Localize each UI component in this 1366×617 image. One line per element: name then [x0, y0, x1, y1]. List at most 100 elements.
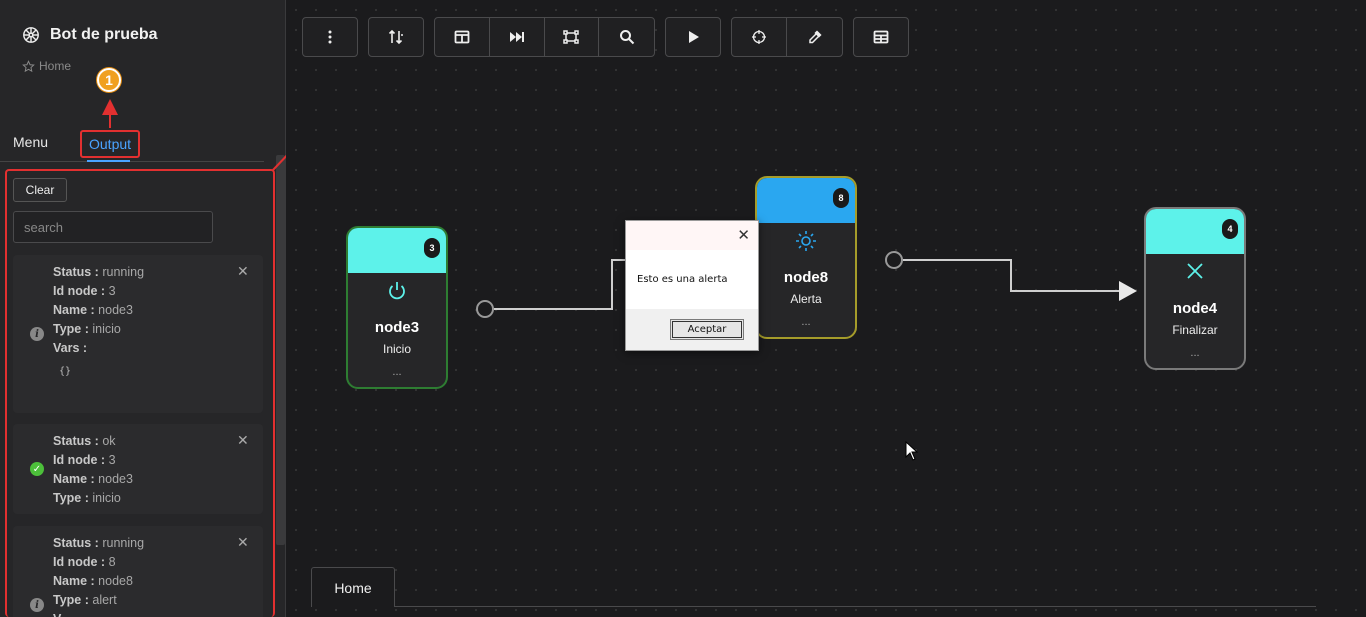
sidebar-scrollbar[interactable]: [276, 155, 285, 545]
close-icon: [1187, 263, 1203, 279]
eyedropper-icon: [808, 30, 822, 44]
sort-icon: [388, 29, 403, 45]
log-name: node3: [98, 303, 133, 317]
name-label: Name :: [53, 574, 95, 588]
name-label: Name :: [53, 303, 95, 317]
star-icon: [22, 59, 35, 72]
output-port[interactable]: [476, 300, 494, 318]
log-item: i Status : running Id node : 3 Name : no…: [13, 255, 263, 413]
bottom-tabs-divider: [311, 606, 1316, 607]
info-icon: i: [30, 598, 44, 612]
type-label: Type :: [53, 491, 89, 505]
tab-menu[interactable]: Menu: [13, 134, 48, 150]
node-name: node4: [1172, 300, 1218, 317]
log-vars: {}: [59, 366, 72, 377]
breadcrumb[interactable]: Home: [22, 59, 71, 73]
search-input[interactable]: [13, 211, 213, 243]
app-root: Bot de prueba Home 1 Menu Output Clear i…: [0, 0, 1366, 617]
more-vertical-icon: [328, 30, 332, 44]
power-icon: [389, 282, 405, 300]
sort-button[interactable]: [369, 18, 423, 56]
toolbar-group-view: [434, 17, 655, 57]
node-more[interactable]: ...: [757, 316, 855, 328]
log-type: alert: [92, 593, 117, 607]
search-button[interactable]: [599, 18, 654, 56]
node-count-badge: 4: [1222, 219, 1238, 239]
play-icon: [689, 31, 699, 43]
toolbar-group-run: [665, 17, 721, 57]
vars-label: Vars :: [53, 341, 88, 355]
dialog-message: Esto es una alerta: [637, 274, 728, 285]
toolbar-group-menu: [302, 17, 358, 57]
node-count-badge: 3: [424, 238, 440, 258]
sidebar-tabs: Menu Output: [0, 128, 264, 162]
node-count-badge: 8: [833, 188, 849, 208]
annotation-badge-1: 1: [97, 68, 121, 92]
log-name: node3: [98, 472, 133, 486]
eyedropper-button[interactable]: [787, 18, 842, 56]
node-more[interactable]: ...: [348, 366, 446, 378]
crosshair-button[interactable]: [732, 18, 787, 56]
output-port[interactable]: [885, 251, 903, 269]
alert-dialog: ✕ Esto es una alerta Aceptar: [625, 220, 759, 351]
clear-button[interactable]: Clear: [13, 178, 67, 202]
breadcrumb-home: Home: [39, 59, 72, 73]
tab-home[interactable]: Home: [311, 567, 395, 607]
toolbar-group-table: [853, 17, 909, 57]
dialog-titlebar: ✕: [626, 221, 758, 250]
name-label: Name :: [53, 472, 95, 486]
log-item: i Status : running Id node : 8 Name : no…: [13, 526, 263, 617]
layout-icon: [454, 30, 470, 44]
log-type: inicio: [92, 322, 121, 336]
node-more[interactable]: ...: [1146, 347, 1244, 359]
toolbar-group-tools: [731, 17, 843, 57]
sun-icon: [796, 231, 816, 251]
play-button[interactable]: [666, 18, 720, 56]
node-type: Inicio: [382, 342, 411, 356]
id-label: Id node :: [53, 453, 106, 467]
info-icon: i: [30, 327, 44, 341]
dialog-close-icon[interactable]: ✕: [737, 226, 750, 244]
app-title: Bot de prueba: [50, 26, 158, 43]
close-icon[interactable]: ✕: [237, 432, 249, 449]
layout-button[interactable]: [435, 18, 490, 56]
table-icon: [873, 30, 889, 44]
log-type: inicio: [92, 491, 121, 505]
node-name: node8: [783, 269, 829, 286]
search-icon: [619, 30, 634, 45]
transform-button[interactable]: [545, 18, 600, 56]
type-label: Type :: [53, 322, 89, 336]
node-type: Finalizar: [1172, 323, 1218, 337]
flow-node-node3[interactable]: 3 node3 Inicio ...: [346, 226, 448, 389]
output-panel: Clear i Status : running Id node : 3 Nam…: [5, 169, 275, 617]
log-status: running: [102, 265, 145, 279]
tab-output[interactable]: Output: [80, 130, 141, 158]
status-label: Status :: [53, 434, 99, 448]
status-label: Status :: [53, 265, 99, 279]
type-label: Type :: [53, 593, 89, 607]
vars-label-cut: V: [53, 612, 61, 617]
accept-button[interactable]: Aceptar: [670, 319, 744, 340]
wheel-icon: [23, 27, 39, 43]
log-status: running: [102, 536, 145, 550]
mouse-cursor-icon: [905, 441, 919, 461]
log-status: ok: [102, 434, 116, 448]
flow-node-node8[interactable]: 8 node8 Alerta ...: [755, 176, 857, 339]
tab-active-indicator: [87, 160, 130, 162]
table-button[interactable]: [854, 18, 908, 56]
skip-button[interactable]: [490, 18, 545, 56]
id-label: Id node :: [53, 284, 106, 298]
sidebar: Bot de prueba Home 1 Menu Output Clear i…: [0, 0, 286, 617]
node-name: node3: [374, 319, 420, 336]
node-type: Alerta: [790, 292, 822, 306]
close-icon[interactable]: ✕: [237, 534, 249, 551]
close-icon[interactable]: ✕: [237, 263, 249, 280]
toolbar-group-sort: [368, 17, 424, 57]
log-item: ✓ Status : ok Id node : 3 Name : node3 T…: [13, 424, 263, 514]
flow-node-node4[interactable]: 4 node4 Finalizar ...: [1144, 207, 1246, 370]
status-label: Status :: [53, 536, 99, 550]
log-id: 3: [108, 453, 116, 467]
transform-icon: [563, 30, 580, 44]
skip-forward-icon: [509, 32, 524, 42]
more-button[interactable]: [303, 18, 357, 56]
